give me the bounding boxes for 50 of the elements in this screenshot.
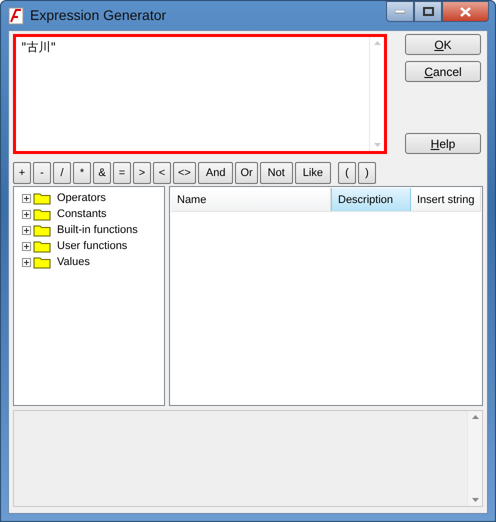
scroll-up-icon [374, 41, 380, 45]
scroll-down-icon [472, 498, 478, 502]
operator-button[interactable]: Like [294, 162, 331, 184]
folder-icon [33, 223, 51, 237]
folder-icon [33, 191, 51, 205]
tree-item[interactable]: User functions [22, 238, 164, 254]
bracket-button[interactable]: ) [358, 162, 376, 184]
tree-item[interactable]: Values [22, 254, 164, 270]
expand-icon[interactable] [22, 226, 31, 234]
scroll-down-icon [374, 143, 380, 147]
restore-icon [422, 7, 434, 16]
tree-item[interactable]: Built-in functions [22, 222, 164, 238]
bracket-button[interactable]: ( [338, 162, 356, 184]
app-icon [8, 7, 24, 25]
operator-button[interactable]: = [113, 162, 131, 184]
expand-icon[interactable] [22, 242, 31, 250]
scroll-up-icon [472, 415, 478, 419]
operator-button[interactable]: < [153, 162, 171, 184]
close-icon [460, 6, 471, 16]
expand-icon[interactable] [22, 210, 31, 218]
tree-item[interactable]: Operators [22, 190, 164, 206]
close-button[interactable] [442, 1, 489, 22]
column-header[interactable]: Insert string [411, 188, 481, 211]
operator-button[interactable]: And [198, 162, 234, 184]
column-header[interactable]: Name [171, 188, 331, 211]
operator-button[interactable]: Not [260, 162, 293, 184]
expand-icon[interactable] [22, 194, 31, 202]
operator-button[interactable]: + [13, 162, 31, 184]
operator-button[interactable]: & [93, 162, 111, 184]
window-title: Expression Generator [30, 7, 166, 23]
expand-icon[interactable] [22, 258, 31, 266]
dialog-button[interactable]: Help [405, 133, 481, 154]
operator-button[interactable]: <> [173, 162, 196, 184]
column-header[interactable]: Description [331, 188, 411, 211]
folder-icon [33, 239, 51, 253]
operator-button[interactable]: * [73, 162, 91, 184]
operator-button[interactable]: - [33, 162, 51, 184]
folder-icon [33, 255, 51, 269]
expression-field[interactable]: "古川" [13, 34, 387, 154]
maximize-button[interactable] [414, 1, 442, 22]
operator-button[interactable]: / [53, 162, 71, 184]
dialog-button[interactable]: OK [405, 34, 481, 55]
dialog-button[interactable]: Cancel [405, 61, 481, 82]
folder-icon [33, 207, 51, 221]
tree-item[interactable]: Constants [22, 206, 164, 222]
minimize-icon [395, 10, 405, 14]
minimize-button[interactable] [386, 1, 414, 22]
expression-text: "古川" [20, 39, 58, 56]
operator-button[interactable]: Or [235, 162, 258, 184]
operator-button[interactable]: > [133, 162, 151, 184]
